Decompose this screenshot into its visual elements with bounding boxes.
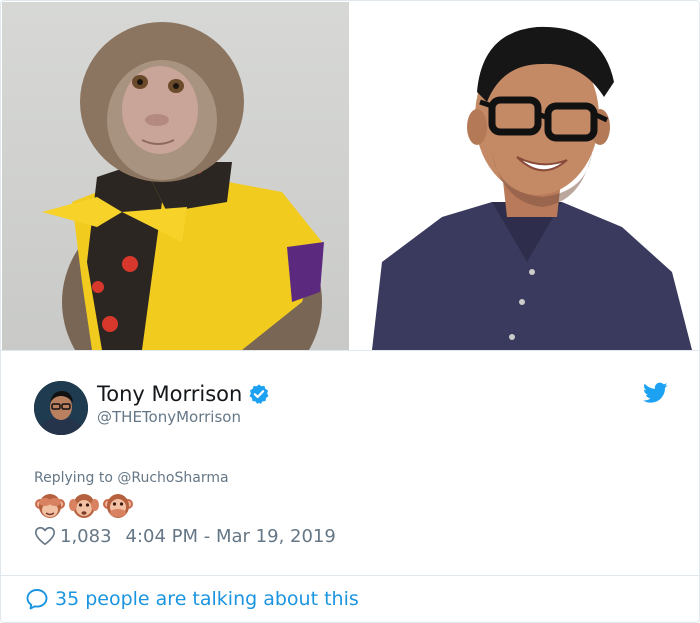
man-image <box>372 26 692 350</box>
verified-badge-icon <box>248 383 270 405</box>
reply-mention-link[interactable]: @RuchoSharma <box>117 470 228 486</box>
man-photo[interactable] <box>352 2 699 350</box>
replying-to: Replying to @RuchoSharma <box>34 469 229 487</box>
avatar-image <box>34 381 88 435</box>
replying-prefix: Replying to <box>34 470 118 486</box>
like-count[interactable]: 1,083 <box>60 526 112 547</box>
monkey-photo[interactable] <box>2 2 349 350</box>
display-name[interactable]: Tony Morrison <box>97 381 270 407</box>
tweet-text <box>34 490 134 522</box>
media-divider <box>1 350 699 351</box>
twitter-bird-icon[interactable] <box>643 382 668 404</box>
display-name-text: Tony Morrison <box>97 382 243 406</box>
hear-no-evil-monkey-icon <box>68 490 100 522</box>
speak-no-evil-monkey-icon <box>102 490 134 522</box>
tweet-media[interactable] <box>2 2 699 350</box>
talking-text: 35 people are talking about this <box>55 588 359 610</box>
tweet-card: Tony Morrison @THETonyMorrison Replying … <box>0 0 700 623</box>
footer-divider <box>1 575 699 576</box>
tweet-meta: 1,083 4:04 PM - Mar 19, 2019 <box>34 524 336 548</box>
heart-icon[interactable] <box>34 525 56 547</box>
talking-link[interactable]: 35 people are talking about this <box>25 586 359 612</box>
avatar[interactable] <box>34 381 88 435</box>
tweet-timestamp[interactable]: 4:04 PM - Mar 19, 2019 <box>126 526 336 547</box>
see-no-evil-monkey-icon <box>34 490 66 522</box>
monkey-image <box>42 22 324 350</box>
user-handle[interactable]: @THETonyMorrison <box>97 407 241 427</box>
speech-bubble-icon <box>25 587 49 611</box>
